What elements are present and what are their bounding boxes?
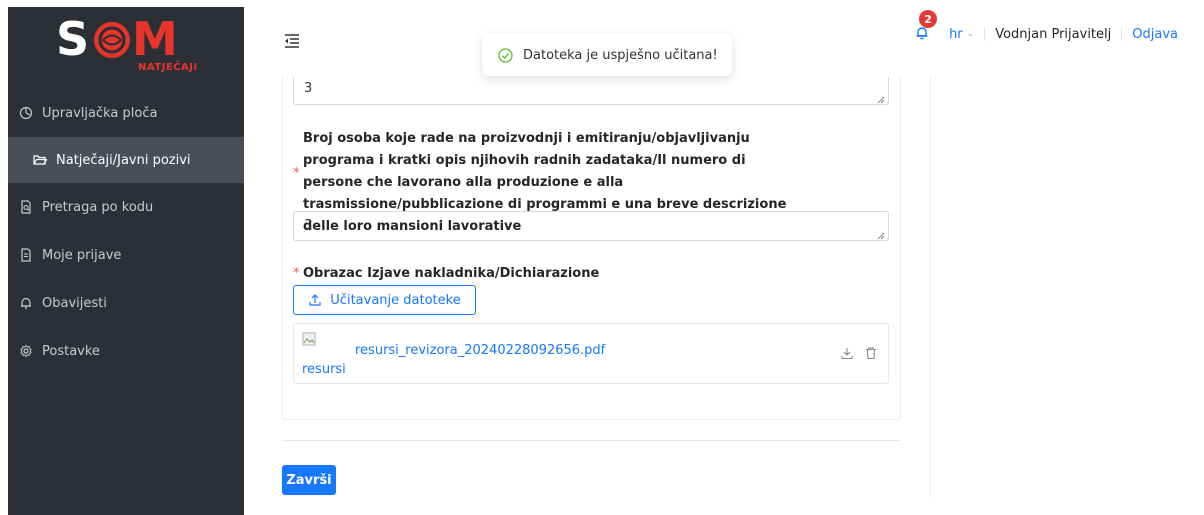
- bell-icon: [18, 295, 34, 311]
- logout-link[interactable]: Odjava: [1132, 27, 1178, 42]
- folder-open-icon: [32, 152, 48, 168]
- sidebar-item-label: Upravljačka ploča: [42, 105, 158, 121]
- upload-button-label: Učitavanje datoteke: [330, 292, 461, 308]
- upload-field-label: Obrazac Izjave nakladnika/Dichiarazione: [303, 266, 600, 281]
- upload-file-button[interactable]: Učitavanje datoteke: [293, 285, 476, 315]
- sidebar-item-settings[interactable]: Postavke: [8, 327, 244, 375]
- upload-icon: [308, 293, 322, 307]
- resize-handle-icon[interactable]: [877, 229, 885, 240]
- file-thumbnail-alt[interactable]: resursi: [302, 362, 346, 377]
- sidebar-item-search-by-code[interactable]: Pretraga po kodu: [8, 183, 244, 231]
- sidebar-item-notifications[interactable]: Obavijesti: [8, 279, 244, 327]
- content-divider: [930, 77, 931, 497]
- username: Vodnjan Prijavitelj: [995, 26, 1112, 42]
- chevron-down-icon: ⌄: [966, 29, 975, 39]
- check-circle-icon: [498, 47, 513, 63]
- language-dropdown[interactable]: hr ⌄: [949, 27, 974, 42]
- sidebar-item-label: Postavke: [42, 343, 100, 359]
- required-asterisk: *: [293, 166, 300, 181]
- gear-icon: [18, 343, 34, 359]
- file-name-link[interactable]: resursi_revizora_20240228092656.pdf: [355, 343, 605, 358]
- staff-count-textarea[interactable]: 3: [293, 211, 889, 241]
- bell-icon: [915, 27, 929, 45]
- sidebar-item-label: Natječaji/Javni pozivi: [56, 152, 191, 168]
- previous-answer-textarea[interactable]: 3: [293, 77, 889, 105]
- delete-icon[interactable]: [864, 346, 878, 360]
- sidebar-item-label: Pretraga po kodu: [42, 199, 154, 215]
- footer-divider: [282, 440, 901, 441]
- app-logo[interactable]: S M NATJEČAJI: [48, 7, 208, 77]
- menu-fold-icon[interactable]: [284, 33, 300, 48]
- uploaded-file-item: resursi resursi_revizora_20240228092656.…: [293, 323, 889, 384]
- header-divider: [984, 27, 986, 41]
- logo-subtitle: NATJEČAJI: [138, 62, 198, 73]
- header-user-area: 2 hr ⌄ Vodnjan Prijavitelj Odjava: [915, 10, 1178, 45]
- file-search-icon: [18, 199, 34, 215]
- sidebar-item-tenders[interactable]: Natječaji/Javni pozivi: [8, 137, 244, 183]
- notifications-button[interactable]: 2: [915, 10, 938, 45]
- file-actions: [830, 346, 878, 360]
- top-header: Datoteka je uspješno učitana! 2 hr ⌄ Vod…: [244, 7, 1204, 77]
- sidebar-nav: Upravljačka ploča Natječaji/Javni pozivi…: [8, 89, 244, 375]
- header-divider: [1121, 27, 1123, 41]
- finish-button[interactable]: Završi: [282, 465, 336, 495]
- textarea-value: 3: [304, 81, 313, 96]
- sidebar: S M NATJEČAJI Upravljačka ploča Natječaj…: [8, 7, 244, 515]
- required-asterisk: *: [293, 266, 300, 281]
- sidebar-item-my-applications[interactable]: Moje prijave: [8, 231, 244, 279]
- resize-handle-icon[interactable]: [877, 93, 885, 104]
- language-label: hr: [949, 26, 963, 42]
- success-toast: Datoteka je uspješno učitana!: [482, 34, 732, 76]
- textarea-value: 3: [304, 218, 313, 233]
- svg-text:S: S: [56, 12, 89, 66]
- download-icon[interactable]: [840, 346, 854, 360]
- sidebar-item-dashboard[interactable]: Upravljačka ploča: [8, 89, 244, 137]
- svg-text:M: M: [132, 12, 178, 66]
- sidebar-item-label: Moje prijave: [42, 247, 122, 263]
- toast-message: Datoteka je uspješno učitana!: [523, 47, 718, 63]
- file-icon: [18, 247, 34, 263]
- dashboard-icon: [18, 105, 34, 121]
- sidebar-item-label: Obavijesti: [42, 295, 107, 311]
- notification-count-badge: 2: [919, 10, 938, 28]
- broken-image-icon: [302, 331, 316, 346]
